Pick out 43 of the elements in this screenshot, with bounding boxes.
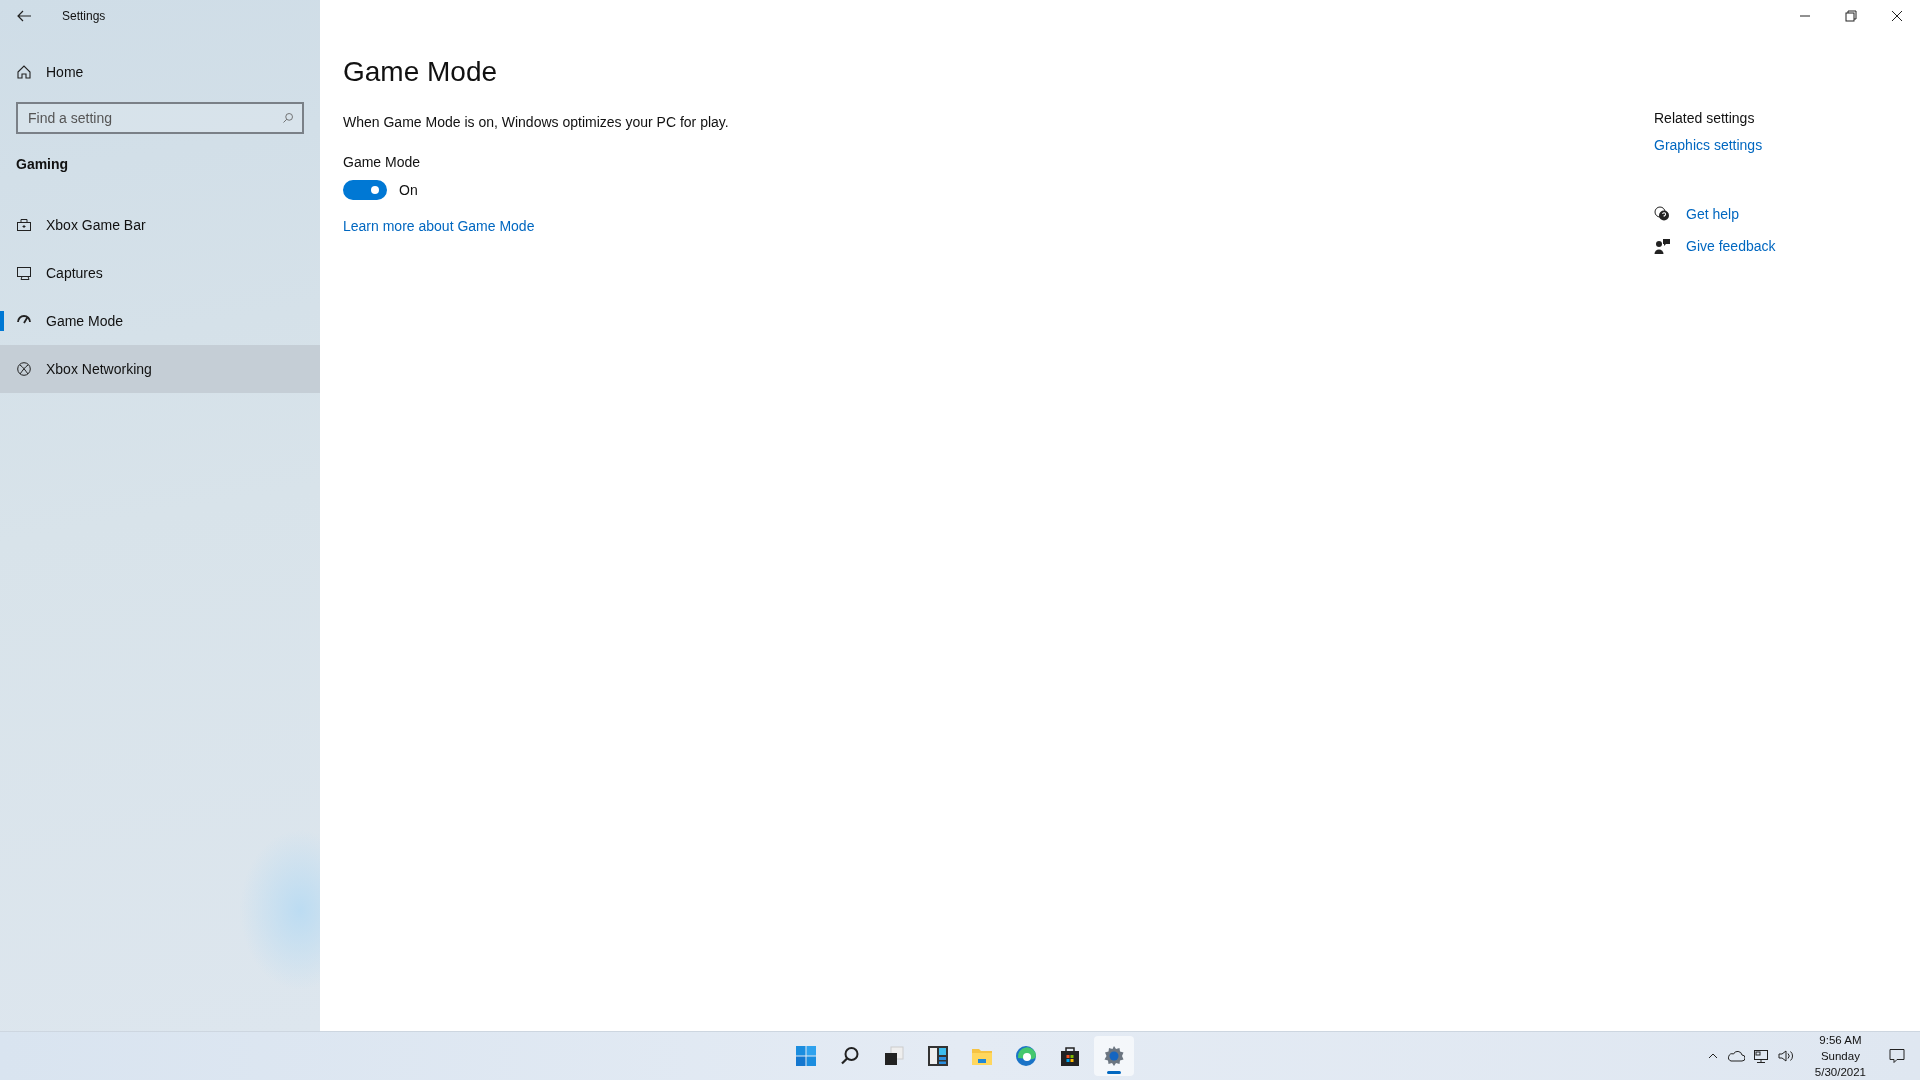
search-icon bbox=[282, 112, 294, 124]
graphics-settings-link[interactable]: Graphics settings bbox=[1654, 137, 1763, 153]
network-icon[interactable] bbox=[1752, 1048, 1769, 1064]
window-title: Settings bbox=[62, 9, 106, 23]
home-icon bbox=[16, 64, 32, 80]
section-heading: Gaming bbox=[15, 155, 70, 174]
toggle-switch[interactable] bbox=[343, 180, 387, 200]
nav-item[interactable]: Xbox Networking bbox=[0, 345, 320, 393]
gear-icon bbox=[1102, 1044, 1126, 1068]
clock-time: 9:56 AM bbox=[1819, 1033, 1862, 1048]
clock[interactable]: 9:56 AM Sunday 5/30/2021 bbox=[1810, 1032, 1870, 1080]
nav-label: Captures bbox=[46, 265, 103, 281]
nav-label: Home bbox=[46, 64, 84, 80]
notification-icon[interactable] bbox=[1888, 1047, 1906, 1065]
nav-label: Xbox Networking bbox=[46, 361, 152, 377]
volume-icon[interactable] bbox=[1776, 1048, 1795, 1064]
clock-day: Sunday bbox=[1820, 1048, 1860, 1064]
clock-date: 5/30/2021 bbox=[1814, 1065, 1866, 1080]
widgets-icon bbox=[926, 1044, 950, 1068]
home-nav-item[interactable]: Home bbox=[0, 52, 320, 92]
nav-label: Game Mode bbox=[46, 313, 124, 329]
start-icon bbox=[794, 1044, 818, 1068]
nav-item[interactable]: Captures bbox=[0, 249, 320, 297]
help-bubble-icon bbox=[1654, 206, 1670, 222]
nav-item[interactable]: Xbox Game Bar bbox=[0, 201, 320, 249]
get-help-link[interactable]: Get help bbox=[1686, 206, 1739, 222]
cloud-icon[interactable] bbox=[1726, 1050, 1745, 1062]
browser-icon bbox=[1014, 1044, 1038, 1068]
search-field[interactable]: Find a setting bbox=[16, 102, 304, 134]
back-icon[interactable] bbox=[16, 8, 32, 24]
related-settings-heading: Related settings bbox=[1654, 110, 1756, 126]
task-view-icon bbox=[882, 1044, 906, 1068]
give-feedback-link[interactable]: Give feedback bbox=[1686, 238, 1776, 254]
screen-icon bbox=[16, 265, 32, 281]
nav-label: Xbox Game Bar bbox=[46, 217, 146, 233]
feedback-icon bbox=[1654, 238, 1670, 254]
store-bag-icon bbox=[1058, 1044, 1082, 1068]
toggle-state-text: On bbox=[399, 182, 418, 198]
page-title: Game Mode bbox=[343, 56, 499, 88]
learn-more-link[interactable]: Learn more about Game Mode bbox=[343, 218, 535, 234]
nav-item[interactable]: Game Mode bbox=[0, 297, 320, 345]
description-text: When Game Mode is on, Windows optimizes your PC for play. bbox=[343, 114, 729, 130]
toggle-label: Game Mode bbox=[343, 154, 422, 170]
